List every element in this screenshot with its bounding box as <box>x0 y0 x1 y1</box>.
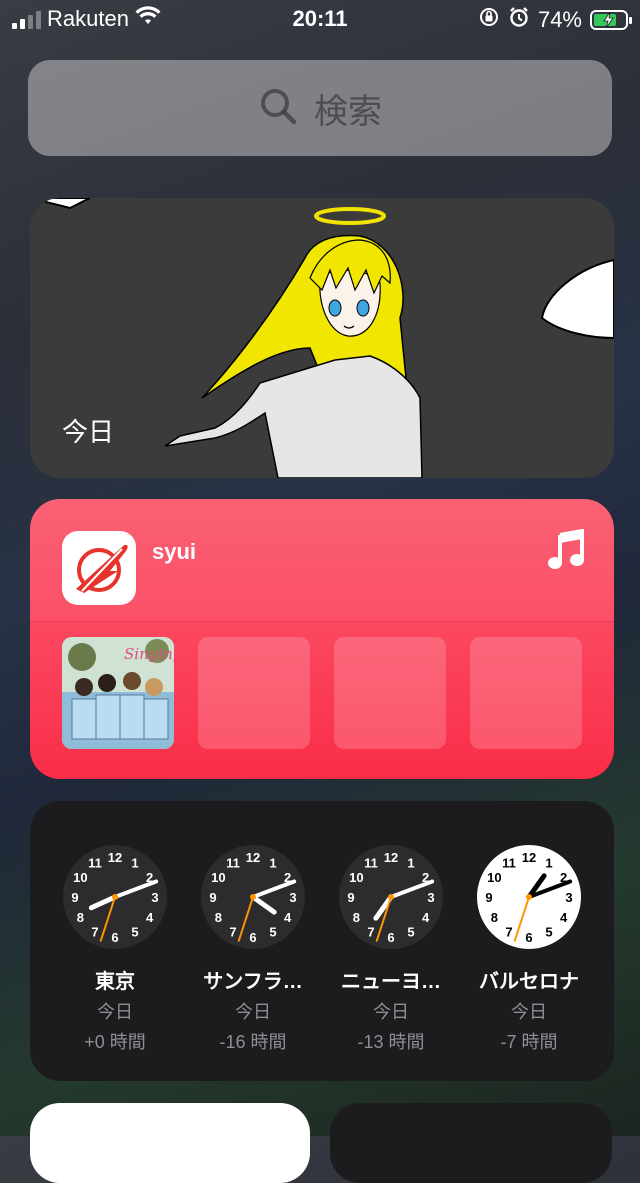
music-widget[interactable]: syui Singing! <box>30 499 614 779</box>
battery-percent: 74% <box>537 7 582 32</box>
clock-numeral: 9 <box>71 890 78 905</box>
clock-numeral: 5 <box>131 925 138 940</box>
clock-numeral: 10 <box>73 870 87 885</box>
album-artwork[interactable]: Singing! <box>62 637 174 749</box>
clock-numeral: 8 <box>491 910 498 925</box>
clock-numeral: 1 <box>545 855 552 870</box>
widget-partial-left[interactable] <box>30 1103 310 1183</box>
clock-day: 今日 <box>97 1002 133 1022</box>
clock-numeral: 1 <box>407 855 414 870</box>
clock-numeral: 12 <box>384 850 398 865</box>
clock-numeral: 1 <box>131 855 138 870</box>
clock-numeral: 3 <box>427 890 434 905</box>
clock-numeral: 3 <box>565 890 572 905</box>
clock-day: 今日 <box>511 1002 547 1022</box>
rotation-lock-icon <box>478 6 500 34</box>
clock-numeral: 6 <box>387 930 394 945</box>
album-title: Singing! <box>124 645 174 663</box>
photo-date-caption: 今日 <box>62 417 115 447</box>
clock-item[interactable]: 1 2 3 4 5 6 7 8 9 10 11 12 バルセロナ 今日 -7 時間 <box>474 843 584 1054</box>
clock-numeral: 8 <box>353 910 360 925</box>
clock-numeral: 5 <box>269 925 276 940</box>
clock-numeral: 8 <box>215 910 222 925</box>
clock-item[interactable]: 1 2 3 4 5 6 7 8 9 10 11 12 ニューヨ… 今日 -13 時間 <box>336 843 446 1054</box>
search-icon <box>258 86 298 131</box>
clock-day: 今日 <box>373 1002 409 1022</box>
widget-partial-right[interactable] <box>330 1103 612 1183</box>
clock-numeral: 1 <box>269 855 276 870</box>
clock-numeral: 10 <box>211 870 225 885</box>
album-placeholder[interactable] <box>334 637 446 749</box>
clock-city: 東京 <box>95 971 135 993</box>
search-field[interactable]: 検索 <box>28 60 612 156</box>
album-placeholder[interactable] <box>470 637 582 749</box>
status-right: 74% <box>478 6 632 34</box>
clock-numeral: 5 <box>407 925 414 940</box>
clock-day: 今日 <box>235 1002 271 1022</box>
clock-numeral: 11 <box>226 855 240 870</box>
clock-numeral: 10 <box>349 870 363 885</box>
clock-numeral: 10 <box>487 870 501 885</box>
album-placeholder[interactable] <box>198 637 310 749</box>
clock-numeral: 8 <box>77 910 84 925</box>
alarm-icon <box>508 6 530 34</box>
clock-numeral: 12 <box>246 850 260 865</box>
clock-numeral: 7 <box>229 925 236 940</box>
clock-offset: +0 時間 <box>84 1032 146 1052</box>
clock-item[interactable]: 1 2 3 4 5 6 7 8 9 10 11 12 東京 今日 +0 時間 <box>60 843 170 1054</box>
clock-city: バルセロナ <box>479 971 579 993</box>
photo-illustration <box>30 198 614 478</box>
clock-numeral: 7 <box>367 925 374 940</box>
clock-numeral: 4 <box>284 910 292 925</box>
music-note-icon <box>546 528 586 576</box>
status-bar: Rakuten 20:11 74% <box>0 0 640 42</box>
clock-numeral: 6 <box>111 930 118 945</box>
clock-face: 1234567891011 12 <box>339 845 443 949</box>
clock-numeral: 5 <box>545 925 552 940</box>
clock-numeral: 4 <box>560 910 568 925</box>
battery-charging-icon <box>590 10 632 30</box>
clock-numeral: 3 <box>151 890 158 905</box>
clock-numeral: 6 <box>249 930 256 945</box>
clock-numeral: 4 <box>422 910 430 925</box>
clock-city: サンフラ… <box>203 971 303 993</box>
clock-numeral: 9 <box>485 890 492 905</box>
clock-offset: -13 時間 <box>357 1032 425 1052</box>
clock-numeral: 9 <box>209 890 216 905</box>
clock-numeral: 6 <box>525 930 532 945</box>
clock-numeral: 12 <box>108 850 122 865</box>
clock-numeral: 11 <box>502 855 516 870</box>
clock-offset: -7 時間 <box>500 1032 558 1052</box>
app-icon[interactable] <box>62 531 136 605</box>
clock-numeral: 11 <box>364 855 378 870</box>
divider <box>30 621 614 622</box>
world-clock-widget[interactable]: 1 2 3 4 5 6 7 8 9 10 11 12 東京 今日 +0 時間 1 2 3 4 5 6 7 8 9 10 1… <box>30 801 614 1081</box>
clock-city: ニューヨ… <box>341 971 441 993</box>
clock-face: 1234567891011 12 <box>477 845 581 949</box>
photos-widget[interactable]: 今日 <box>30 198 614 478</box>
clock-numeral: 3 <box>289 890 296 905</box>
clock-numeral: 9 <box>347 890 354 905</box>
clock-numeral: 4 <box>146 910 154 925</box>
clock-numeral: 7 <box>505 925 512 940</box>
music-username: syui <box>152 539 197 564</box>
clock-numeral: 12 <box>522 850 536 865</box>
clock-offset: -16 時間 <box>219 1032 287 1052</box>
clock-numeral: 11 <box>88 855 102 870</box>
clock-numeral: 7 <box>91 925 98 940</box>
search-placeholder: 検索 <box>314 92 382 131</box>
clock-face: 1234567891011 12 <box>201 845 305 949</box>
clock-item[interactable]: 1 2 3 4 5 6 7 8 9 10 11 12 サンフラ… 今日 -16 時間 <box>198 843 308 1054</box>
clock-face: 1234567891011 12 <box>63 845 167 949</box>
